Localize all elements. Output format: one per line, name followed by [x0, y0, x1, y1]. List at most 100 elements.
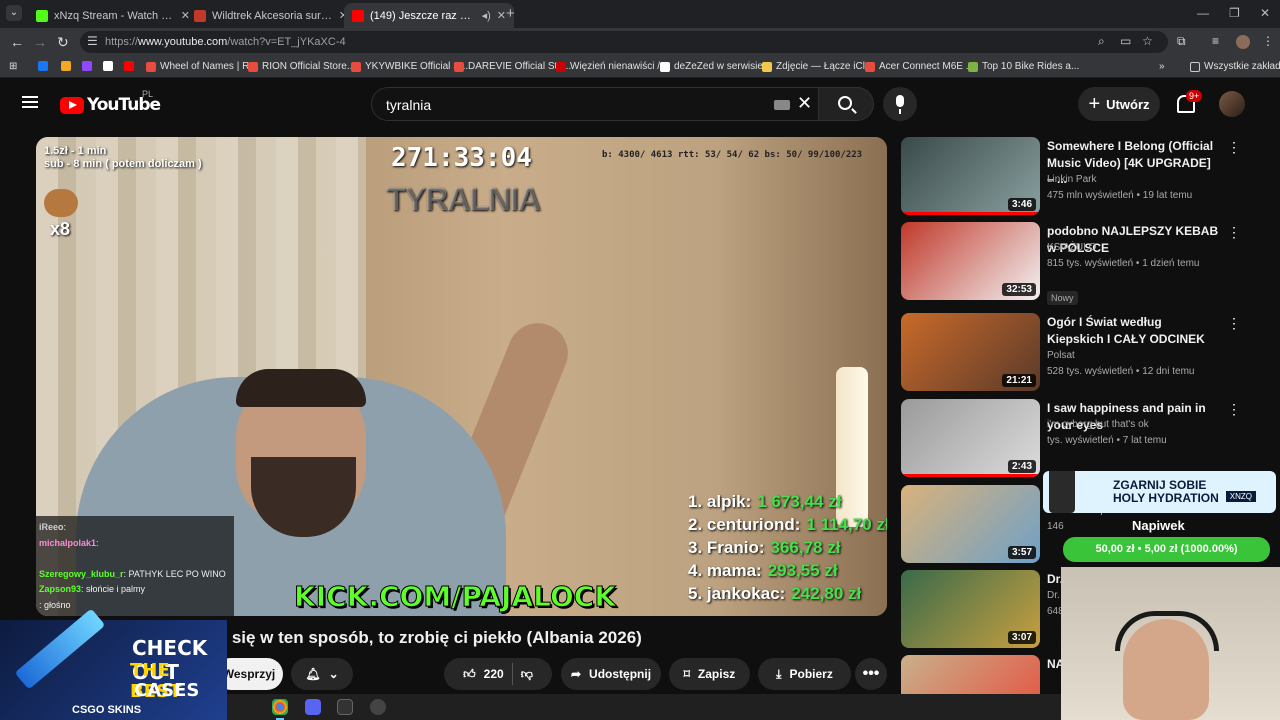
duration-badge: 2:43	[1007, 460, 1036, 473]
close-tab-icon[interactable]: ✕	[497, 9, 506, 22]
related-video-card[interactable]: 2:43 I saw happiness and pain in your eye…	[901, 399, 1241, 481]
clear-search-icon[interactable]: ✕	[797, 93, 812, 114]
video-thumbnail[interactable]: 3:57	[901, 485, 1040, 563]
leaderboard-name: 5. jankokac:	[688, 584, 786, 603]
video-thumbnail[interactable]: 3:46	[901, 137, 1040, 215]
related-video-meta: 528 tys. wyświetleń • 12 dni temu	[1047, 366, 1195, 377]
notifications-dropdown-button[interactable]: 🔔︎ ⌄	[291, 658, 353, 690]
download-button[interactable]: ⤓ Pobierz	[758, 658, 851, 690]
related-video-card[interactable]: 3:46 Somewhere I Belong (Official Music V…	[901, 137, 1241, 219]
bookmark-bike[interactable]: Top 10 Bike Rides a...	[968, 61, 1079, 72]
thumbs-up-icon[interactable]: 👍︎	[463, 667, 476, 682]
bookmark-2[interactable]	[61, 61, 71, 71]
thumbs-down-icon[interactable]: 👎︎	[521, 667, 533, 682]
forward-icon[interactable]: →	[33, 34, 47, 50]
bookmark-twitch[interactable]	[82, 61, 92, 71]
bookmark-icon	[61, 61, 71, 71]
obs-taskbar-icon[interactable]	[370, 699, 386, 715]
monkey-emote-icon	[44, 189, 78, 217]
related-video-channel[interactable]: KSIĄŻULO	[1047, 242, 1096, 253]
save-button[interactable]: ⌑ Zapisz	[669, 658, 750, 690]
bookmark-x[interactable]	[103, 61, 113, 71]
more-options-icon[interactable]: ⋮	[1227, 315, 1241, 332]
video-player[interactable]: 1.5zł - 1 min sub - 8 min ( potem dolicz…	[36, 137, 887, 616]
bookmark-facebook[interactable]	[38, 61, 48, 71]
bookmark-wheel[interactable]: Wheel of Names | R...	[146, 61, 258, 72]
chat-user: Zapson93	[39, 584, 82, 594]
bookmark-5[interactable]	[124, 61, 134, 71]
related-video-channel[interactable]: Dr.	[1047, 590, 1060, 601]
zoom-icon[interactable]: ⌕	[1098, 34, 1105, 49]
leaderboard-amount: 242,80 zł	[791, 584, 862, 603]
bookmark-ykyw[interactable]: YKYWBIKE Official S...	[351, 61, 468, 72]
search-button[interactable]	[818, 87, 874, 121]
more-actions-button[interactable]: •••	[855, 658, 887, 690]
video-thumbnail[interactable]: 21:21	[901, 313, 1040, 391]
bookmark-icloud[interactable]: Zdjęcie — Łącze iCl...	[762, 61, 873, 72]
chat-text: :	[96, 537, 99, 548]
voice-search-button[interactable]	[883, 87, 917, 121]
bookmark-star-icon[interactable]: ☆	[1142, 34, 1153, 48]
more-options-icon[interactable]: ⋮	[1227, 139, 1241, 156]
address-bar[interactable]: ☰ https://www.youtube.com/watch?v=ET_jYK…	[80, 31, 1168, 53]
bookmark-icon: ⌑	[683, 667, 690, 681]
tab-youtube[interactable]: (149) Jeszcze raz zachowasz ◂) ✕	[344, 3, 514, 28]
download-label: Pobierz	[789, 667, 833, 681]
bookmark-dezezed[interactable]: deZeZed w serwisie...	[660, 61, 771, 72]
bookmark-label: Acer Connect M6E ...	[879, 61, 975, 72]
tab-wildtrek[interactable]: Wildtrek Akcesoria survivalowe ✕	[186, 3, 356, 28]
video-thumbnail[interactable]: 32:53	[901, 222, 1040, 300]
bookmark-icon	[146, 61, 156, 72]
related-video-card[interactable]: 32:53 podobno NAJLEPSZY KEBAB w POLSCE KSI…	[901, 222, 1241, 305]
tab-search-button[interactable]: ⌄	[6, 5, 22, 21]
leaderboard-name: 3. Franio:	[688, 538, 765, 557]
more-bookmarks-icon[interactable]: »	[1159, 61, 1165, 72]
video-thumbnail[interactable]: 3:07	[901, 570, 1040, 648]
extensions-icon[interactable]: ⧉	[1177, 34, 1186, 49]
bookmark-wiezien[interactable]: Więzień nienawiści /...	[556, 61, 668, 72]
chat-message: Szeregowy_klubu_r: PATHYK LEC PO WINO	[39, 569, 231, 585]
media-control-icon[interactable]: ≡	[1212, 34, 1219, 48]
minimize-icon[interactable]: —	[1197, 6, 1209, 20]
avatar[interactable]	[1219, 91, 1245, 117]
cast-icon[interactable]: ▭	[1120, 34, 1131, 48]
like-dislike-group[interactable]: 👍︎ 220 👎︎	[444, 658, 552, 690]
back-icon[interactable]: ←	[10, 34, 24, 50]
terminal-taskbar-icon[interactable]	[337, 699, 353, 715]
bookmark-label: Zdjęcie — Łącze iCl...	[776, 61, 874, 72]
related-video-channel[interactable]: i'm cyborg but that's ok	[1047, 419, 1149, 430]
new-tab-button[interactable]: +	[506, 5, 515, 22]
keyboard-icon[interactable]	[774, 100, 790, 110]
site-info-icon[interactable]: ☰	[87, 34, 98, 48]
more-options-icon[interactable]: ⋮	[1227, 401, 1241, 418]
bookmark-darevie[interactable]: DAREVIE Official Sto...	[454, 61, 571, 72]
discord-taskbar-icon[interactable]	[305, 699, 321, 715]
related-video-title[interactable]: Ogór I Świat według Kiepskich I CAŁY ODC…	[1047, 314, 1219, 347]
all-bookmarks[interactable]: Wszystkie zakładki	[1190, 61, 1280, 72]
share-button[interactable]: ➦ Udostępnij	[561, 658, 661, 690]
reload-icon[interactable]: ↻	[57, 34, 69, 51]
more-options-icon[interactable]: ⋮	[1227, 224, 1241, 241]
profile-avatar[interactable]	[1236, 35, 1250, 49]
more-icon: •••	[862, 665, 880, 682]
chrome-taskbar-icon[interactable]	[272, 699, 288, 720]
related-video-card[interactable]: 21:21 Ogór I Świat według Kiepskich I CAŁ…	[901, 313, 1241, 395]
related-video-channel[interactable]: Polsat	[1047, 350, 1075, 361]
video-thumbnail[interactable]: 2:43	[901, 399, 1040, 477]
create-label: Utwórz	[1106, 96, 1150, 112]
close-window-icon[interactable]: ✕	[1260, 6, 1270, 20]
bookmark-acer[interactable]: Acer Connect M6E ...	[865, 61, 974, 72]
bookmark-rion[interactable]: RION Official Store...	[248, 61, 355, 72]
audio-playing-icon[interactable]: ◂)	[482, 9, 491, 22]
browser-menu-icon[interactable]: ⋮	[1262, 34, 1274, 48]
apps-icon[interactable]: ⊞	[9, 61, 17, 72]
menu-icon[interactable]	[22, 96, 38, 108]
can-icon	[1049, 471, 1075, 513]
search-input[interactable]: tyralnia ✕	[371, 87, 826, 121]
tab-kick[interactable]: xNzq Stream - Watch Live on Kick ✕	[28, 3, 198, 28]
create-button[interactable]: + Utwórz	[1078, 87, 1160, 121]
youtube-logo[interactable]: YouTube PL	[60, 89, 161, 115]
related-video-channel[interactable]: Linkin Park	[1047, 174, 1096, 185]
restore-icon[interactable]: ❐	[1229, 6, 1240, 20]
bookmark-label: deZeZed w serwisie...	[674, 61, 772, 72]
